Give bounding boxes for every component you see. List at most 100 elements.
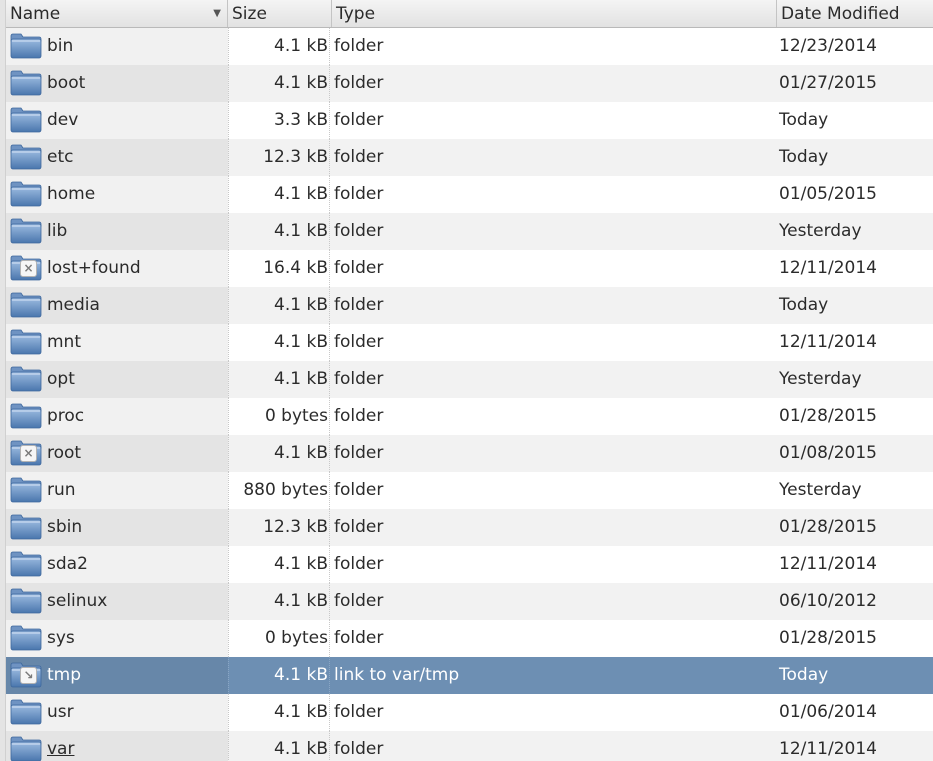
size-cell: 4.1 kB	[228, 657, 330, 694]
column-header-date[interactable]: Date Modified	[777, 0, 933, 27]
date-cell: 06/10/2012	[779, 591, 877, 611]
size-cell: 4.1 kB	[228, 435, 330, 472]
name-cell: media	[6, 287, 228, 324]
type-cell: folder	[334, 739, 384, 759]
type-cell: folder	[334, 147, 384, 167]
folder-icon	[10, 625, 42, 651]
name-cell: sda2	[6, 546, 228, 583]
name-cell: boot	[6, 65, 228, 102]
date-cell: 01/28/2015	[779, 406, 877, 426]
size-cell: 4.1 kB	[228, 287, 330, 324]
file-name: home	[47, 184, 96, 204]
column-header-name[interactable]: Name ▼	[6, 0, 228, 27]
size-cell: 4.1 kB	[228, 65, 330, 102]
date-cell: 01/05/2015	[779, 184, 877, 204]
column-header-type[interactable]: Type	[332, 0, 777, 27]
file-name: bin	[47, 36, 74, 56]
date-cell: 01/08/2015	[779, 443, 877, 463]
table-row-boot[interactable]: boot 4.1 kB folder 01/27/2015	[6, 65, 933, 102]
date-cell: Today	[779, 295, 829, 315]
column-header-size[interactable]: Size	[228, 0, 332, 27]
date-cell: 01/28/2015	[779, 628, 877, 648]
date-cell: 01/06/2014	[779, 702, 877, 722]
type-cell: folder	[334, 554, 384, 574]
name-cell: sbin	[6, 509, 228, 546]
size-cell: 4.1 kB	[228, 546, 330, 583]
name-cell: sys	[6, 620, 228, 657]
size-cell: 4.1 kB	[228, 213, 330, 250]
type-cell: folder	[334, 332, 384, 352]
type-cell: folder	[334, 221, 384, 241]
size-cell: 4.1 kB	[228, 731, 330, 761]
table-row-home[interactable]: home 4.1 kB folder 01/05/2015	[6, 176, 933, 213]
size-cell: 4.1 kB	[228, 324, 330, 361]
date-cell: Yesterday	[779, 480, 862, 500]
name-cell: dev	[6, 102, 228, 139]
column-header-date-label: Date Modified	[781, 4, 900, 24]
column-header: Name ▼ Size Type Date Modified	[6, 0, 933, 28]
size-cell: 12.3 kB	[228, 509, 330, 546]
folder-icon	[10, 514, 42, 540]
table-row-opt[interactable]: opt 4.1 kB folder Yesterday	[6, 361, 933, 398]
table-row-var[interactable]: var 4.1 kB folder 12/11/2014	[6, 731, 933, 761]
type-cell: folder	[334, 73, 384, 93]
file-name: boot	[47, 73, 86, 93]
table-row-root[interactable]: × root 4.1 kB folder 01/08/2015	[6, 435, 933, 472]
table-row-bin[interactable]: bin 4.1 kB folder 12/23/2014	[6, 28, 933, 65]
table-row-sbin[interactable]: sbin 12.3 kB folder 01/28/2015	[6, 509, 933, 546]
size-cell: 4.1 kB	[228, 694, 330, 731]
file-name: usr	[47, 702, 74, 722]
name-cell: lib	[6, 213, 228, 250]
type-cell: folder	[334, 480, 384, 500]
table-row-usr[interactable]: usr 4.1 kB folder 01/06/2014	[6, 694, 933, 731]
table-row-lost-found[interactable]: × lost+found 16.4 kB folder 12/11/2014	[6, 250, 933, 287]
folder-icon	[10, 551, 42, 577]
file-name: sys	[47, 628, 75, 648]
size-cell: 4.1 kB	[228, 361, 330, 398]
folder-icon	[10, 366, 42, 392]
file-name: root	[47, 443, 82, 463]
folder-icon	[10, 477, 42, 503]
type-cell: folder	[334, 406, 384, 426]
file-name: lib	[47, 221, 68, 241]
file-name: var	[47, 739, 75, 759]
size-cell: 0 bytes	[228, 620, 330, 657]
name-cell: mnt	[6, 324, 228, 361]
name-cell: usr	[6, 694, 228, 731]
table-row-sda2[interactable]: sda2 4.1 kB folder 12/11/2014	[6, 546, 933, 583]
folder-icon	[10, 736, 42, 761]
size-cell: 0 bytes	[228, 398, 330, 435]
name-cell: var	[6, 731, 228, 761]
name-cell: opt	[6, 361, 228, 398]
name-cell: home	[6, 176, 228, 213]
table-row-lib[interactable]: lib 4.1 kB folder Yesterday	[6, 213, 933, 250]
table-row-selinux[interactable]: selinux 4.1 kB folder 06/10/2012	[6, 583, 933, 620]
date-cell: Yesterday	[779, 369, 862, 389]
type-cell: folder	[334, 443, 384, 463]
table-row-run[interactable]: run 880 bytes folder Yesterday	[6, 472, 933, 509]
folder-icon	[10, 403, 42, 429]
date-cell: 12/11/2014	[779, 258, 877, 278]
table-row-dev[interactable]: dev 3.3 kB folder Today	[6, 102, 933, 139]
symlink-emblem-icon: ↘	[20, 667, 37, 684]
folder-icon	[10, 107, 42, 133]
table-row-etc[interactable]: etc 12.3 kB folder Today	[6, 139, 933, 176]
type-cell: folder	[334, 258, 384, 278]
date-cell: Today	[779, 665, 829, 685]
type-cell: folder	[334, 591, 384, 611]
table-row-proc[interactable]: proc 0 bytes folder 01/28/2015	[6, 398, 933, 435]
table-row-sys[interactable]: sys 0 bytes folder 01/28/2015	[6, 620, 933, 657]
size-cell: 880 bytes	[228, 472, 330, 509]
type-cell: folder	[334, 369, 384, 389]
file-rows: bin 4.1 kB folder 12/23/2014 boot 4.1 kB…	[6, 28, 933, 761]
file-name: tmp	[47, 665, 82, 685]
name-cell: ↘ tmp	[6, 657, 228, 694]
folder-icon	[10, 218, 42, 244]
table-row-tmp[interactable]: ↘ tmp 4.1 kB link to var/tmp Today	[6, 657, 933, 694]
table-row-mnt[interactable]: mnt 4.1 kB folder 12/11/2014	[6, 324, 933, 361]
name-cell: selinux	[6, 583, 228, 620]
name-cell: × root	[6, 435, 228, 472]
file-name: run	[47, 480, 76, 500]
name-cell: proc	[6, 398, 228, 435]
table-row-media[interactable]: media 4.1 kB folder Today	[6, 287, 933, 324]
